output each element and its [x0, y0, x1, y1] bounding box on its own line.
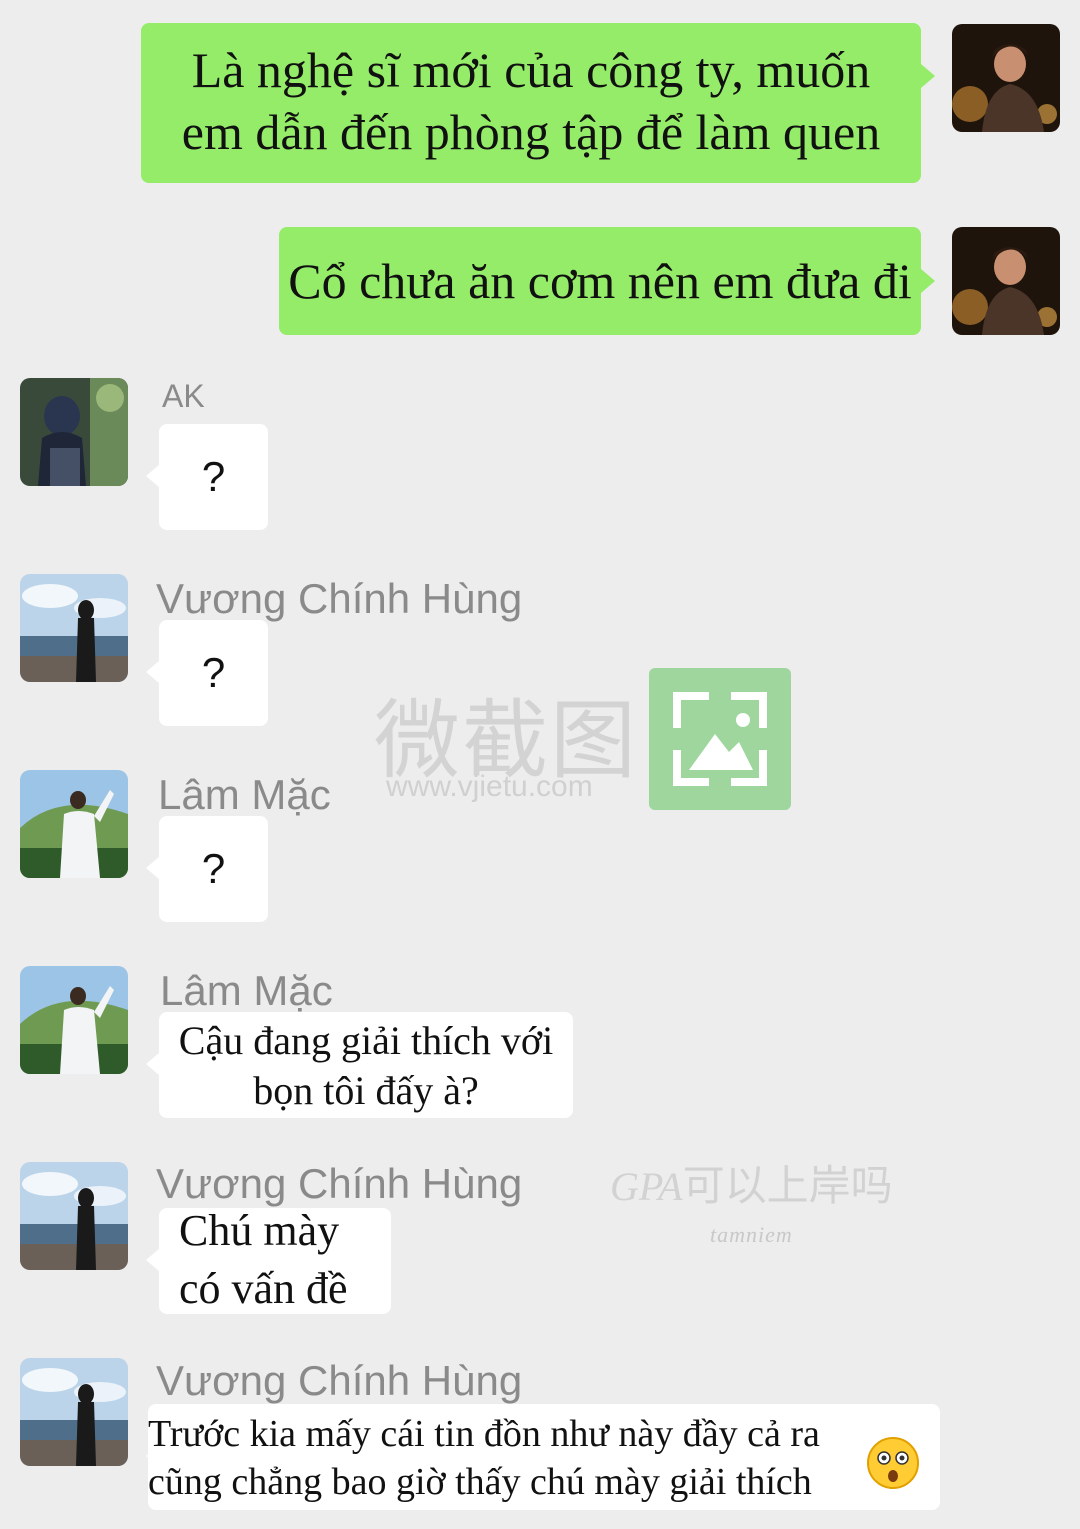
bubble-tail [921, 64, 935, 88]
avatar-ak[interactable] [20, 378, 128, 486]
outgoing-message-text: Cổ chưa ăn cơm nên em đưa đi [288, 253, 912, 309]
surprised-face-icon [866, 1436, 920, 1490]
sender-name: Vương Chính Hùng [156, 1160, 523, 1207]
incoming-bubble-2[interactable]: ? [159, 620, 268, 726]
sender-name: Lâm Mặc [158, 771, 331, 818]
watermark-url: www.vjietu.com [386, 770, 593, 803]
bubble-tail [146, 1248, 160, 1272]
incoming-bubble-5[interactable]: Chú mày có vấn đề [159, 1206, 391, 1314]
avatar-image-vuong-chinh-hung [20, 1162, 128, 1270]
incoming-bubble-3[interactable]: ? [159, 816, 268, 922]
avatar-image-lam-mac [20, 966, 128, 1074]
avatar-self[interactable] [952, 24, 1060, 132]
watermark-logo-icon [649, 668, 791, 810]
bubble-tail [921, 269, 935, 293]
incoming-message-text: Chú mày có vấn đề [179, 1206, 348, 1313]
sender-name: Lâm Mặc [160, 967, 333, 1014]
bubble-tail [146, 856, 160, 880]
incoming-message-text: Cậu đang giải thích với bọn tôi đấy à? [178, 1018, 554, 1113]
avatar-self[interactable] [952, 227, 1060, 335]
outgoing-bubble-2[interactable]: Cổ chưa ăn cơm nên em đưa đi [279, 227, 921, 335]
avatar-image-lam-mac [20, 770, 128, 878]
avatar-image-ak [20, 378, 128, 486]
incoming-message-text: ? [201, 649, 226, 696]
watermark-credit-left: GPA [610, 1164, 683, 1209]
outgoing-bubble-1[interactable]: Là nghệ sĩ mới của công ty, muốn em dẫn … [141, 23, 921, 183]
avatar-image-self [952, 227, 1060, 335]
avatar-vuong-chinh-hung[interactable] [20, 1162, 128, 1270]
sender-name: AK [162, 378, 205, 414]
incoming-message-text: ? [201, 453, 226, 500]
bubble-tail [146, 660, 160, 684]
bubble-tail [146, 1052, 160, 1076]
outgoing-message-text: Là nghệ sĩ mới của công ty, muốn em dẫn … [181, 42, 881, 160]
incoming-message-text: Trước kia mấy cái tin đồn như này đầy cả… [148, 1413, 820, 1503]
watermark-credit-sub: tamniem [710, 1222, 793, 1247]
avatar-lam-mac[interactable] [20, 966, 128, 1074]
avatar-vuong-chinh-hung[interactable] [20, 574, 128, 682]
incoming-bubble-1[interactable]: ? [159, 424, 268, 530]
avatar-image-vuong-chinh-hung [20, 1358, 128, 1466]
watermark-credit-right: 可以上岸吗 [682, 1161, 893, 1210]
bubble-tail [146, 464, 160, 488]
avatar-image-vuong-chinh-hung [20, 574, 128, 682]
sender-name: Vương Chính Hùng [156, 575, 523, 622]
avatar-lam-mac[interactable] [20, 770, 128, 878]
incoming-bubble-4[interactable]: Cậu đang giải thích với bọn tôi đấy à? [159, 1012, 573, 1118]
watermark-credit: GPA可以上岸吗 [610, 1152, 893, 1213]
sender-name: Vương Chính Hùng [156, 1357, 523, 1404]
avatar-vuong-chinh-hung[interactable] [20, 1358, 128, 1466]
incoming-message-text: ? [201, 845, 226, 892]
avatar-image-self [952, 24, 1060, 132]
incoming-bubble-6[interactable]: Trước kia mấy cái tin đồn như này đầy cả… [148, 1404, 940, 1510]
